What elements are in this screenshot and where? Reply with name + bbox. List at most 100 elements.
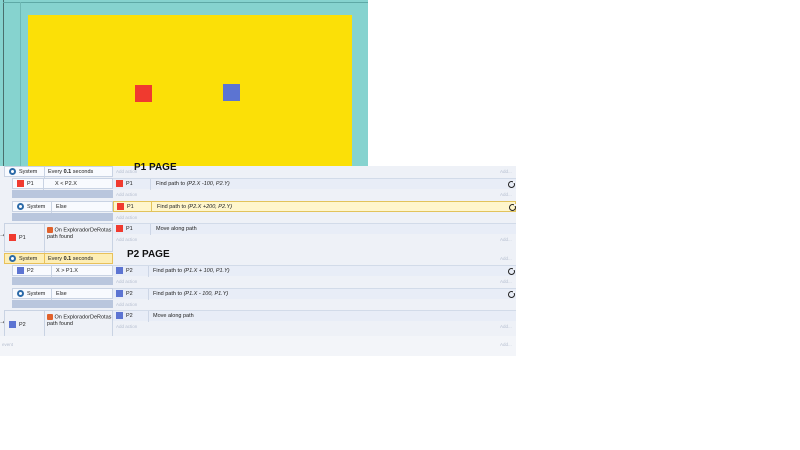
add-action-faint[interactable]: Add action	[116, 169, 137, 174]
layout-area[interactable]	[28, 15, 352, 166]
p1-label: P1	[27, 180, 34, 187]
p2-object: P2	[9, 321, 26, 328]
p2-page-title: P2 PAGE	[127, 249, 170, 260]
add-faint[interactable]: Add...	[500, 342, 512, 347]
sub-event-strip	[12, 190, 113, 198]
p2-action-move-along-path[interactable]: P2 Move along path	[113, 310, 516, 322]
p1-object: P1	[17, 180, 34, 187]
condition-text: Else	[56, 204, 67, 210]
p2-object: P2	[116, 290, 133, 297]
sub-event-strip	[12, 300, 113, 308]
p1-else-event[interactable]: System Else	[12, 201, 113, 213]
p2-action-find-path-2[interactable]: P2 Find path to (P1.X - 100, P1.Y)	[113, 288, 516, 300]
gear-icon	[17, 203, 24, 210]
action-text: Find path to (P2.X -100, P2.Y)	[156, 181, 230, 187]
add-action-faint[interactable]: Add action	[116, 192, 137, 197]
p2-else-event[interactable]: System Else	[12, 288, 113, 300]
p1-page-title: P1 PAGE	[134, 162, 177, 173]
add-event-row[interactable]: event Add...	[0, 336, 516, 356]
pathfinding-icon	[47, 314, 53, 320]
p1-sprite[interactable]	[135, 85, 152, 102]
p1-icon	[17, 180, 24, 187]
system-label: System	[27, 290, 46, 297]
add-faint[interactable]: Add...	[500, 324, 512, 329]
p2-label: P2	[126, 312, 133, 319]
divider	[51, 266, 52, 277]
sub-event-strip	[12, 213, 113, 221]
divider	[148, 311, 149, 322]
add-faint[interactable]: Add...	[500, 279, 512, 284]
system-label: System	[19, 168, 38, 175]
p1-action-find-path-1[interactable]: P1 Find path to (P2.X -100, P2.Y)	[113, 178, 516, 190]
trigger-text: On ExploradorDeRotas path found	[47, 227, 112, 240]
p1-icon	[116, 225, 123, 232]
p1-action-find-path-2[interactable]: P1 Find path to (P2.X +200, P2.Y)	[113, 201, 516, 212]
p2-icon	[116, 290, 123, 297]
action-text: Find path to (P2.X +200, P2.Y)	[157, 204, 233, 210]
p1-action-move-along-path[interactable]: P1 Move along path	[113, 223, 516, 235]
p2-label: P2	[27, 267, 34, 274]
p1-object: P1	[9, 234, 26, 241]
loop-icon	[509, 204, 516, 211]
add-action-faint[interactable]: Add action	[116, 215, 137, 220]
add-action-faint[interactable]: Add action	[116, 237, 137, 242]
trigger-text: On ExploradorDeRotas path found	[47, 314, 112, 327]
p2-trigger-event[interactable]: P2 On ExploradorDeRotas path found	[4, 310, 113, 340]
p1-object: P1	[117, 203, 134, 210]
loop-icon	[508, 268, 515, 275]
add-faint[interactable]: Add...	[500, 192, 512, 197]
condition-text: X > P1.X	[56, 268, 78, 274]
layout-top-edge	[3, 2, 368, 3]
every-condition: Every 0.1 seconds	[48, 256, 94, 262]
p2-label: P2	[19, 321, 26, 328]
p1-object: P1	[116, 225, 133, 232]
p2-icon	[9, 321, 16, 328]
layout-inner-edge	[20, 2, 21, 166]
add-action-faint[interactable]: Add action	[116, 324, 137, 329]
action-text: Move along path	[156, 226, 197, 232]
p2-sub-condition[interactable]: P2 X > P1.X	[12, 265, 113, 277]
p1-sub-condition[interactable]: P1 X < P2.X	[12, 178, 113, 190]
add-faint[interactable]: Add...	[500, 237, 512, 242]
loop-icon	[508, 291, 515, 298]
divider	[148, 266, 149, 277]
sub-event-strip	[12, 277, 113, 285]
action-text: Find path to (P1.X + 100, P1.Y)	[153, 268, 230, 274]
divider	[51, 202, 52, 213]
layout-left-edge	[3, 0, 4, 166]
add-action-faint[interactable]: Add action	[116, 302, 137, 307]
p1-icon	[116, 180, 123, 187]
pathfinding-icon	[47, 227, 53, 233]
p2-action-find-path-1[interactable]: P2 Find path to (P1.X + 100, P1.Y)	[113, 265, 516, 277]
p1-trigger-event[interactable]: P1 On ExploradorDeRotas path found	[4, 223, 113, 253]
add-faint[interactable]: Add...	[500, 169, 512, 174]
condition-text: Else	[56, 291, 67, 297]
action-text: Find path to (P1.X - 100, P1.Y)	[153, 291, 229, 297]
action-text: Move along path	[153, 313, 194, 319]
system-object: System	[17, 203, 45, 210]
p1-event-system-every[interactable]: System Every 0.1 seconds	[4, 166, 113, 178]
add-event-faint[interactable]: event	[2, 342, 13, 347]
gear-icon	[9, 168, 16, 175]
every-condition: Every 0.1 seconds	[48, 169, 94, 175]
p2-label: P2	[126, 290, 133, 297]
system-label: System	[19, 255, 38, 262]
system-label: System	[27, 203, 46, 210]
divider	[150, 179, 151, 190]
p1-label: P1	[127, 203, 134, 210]
layout-view[interactable]	[0, 0, 368, 166]
p2-event-system-every[interactable]: System Every 0.1 seconds	[4, 253, 113, 264]
divider	[150, 224, 151, 235]
divider	[43, 179, 44, 190]
gear-icon	[17, 290, 24, 297]
p2-label: P2	[126, 267, 133, 274]
system-object: System	[9, 168, 37, 175]
loop-icon	[508, 181, 515, 188]
p2-sprite[interactable]	[223, 84, 240, 101]
p2-object: P2	[17, 267, 34, 274]
p2-icon	[116, 312, 123, 319]
p2-icon	[17, 267, 24, 274]
p1-label: P1	[126, 180, 133, 187]
add-action-faint[interactable]: Add action	[116, 279, 137, 284]
add-faint[interactable]: Add...	[500, 256, 512, 261]
